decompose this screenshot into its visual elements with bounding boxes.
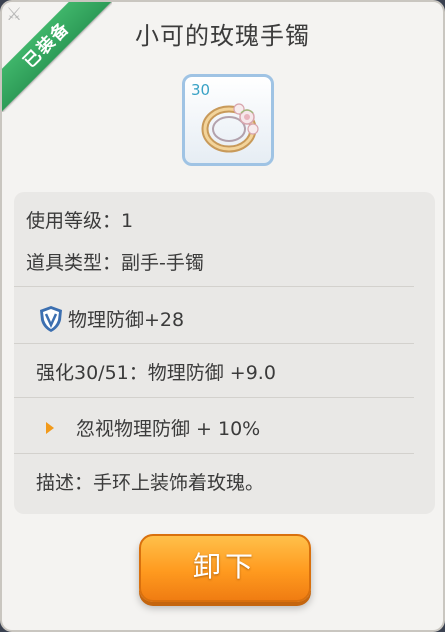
divider (14, 286, 414, 287)
divider (14, 343, 414, 344)
shield-icon (40, 306, 62, 332)
bullet-arrow-icon (46, 422, 54, 434)
divider (14, 397, 414, 398)
enhance-stat: 强化30/51：物理防御 +9.0 (36, 362, 276, 384)
header: ⚔ 已装备 小可的玫瑰手镯 (2, 2, 443, 112)
item-title: 小可的玫瑰手镯 (135, 22, 310, 50)
item-detail-panel: ⚔ 已装备 小可的玫瑰手镯 30 使用等级：1 道具类型：副手-手镯 物理防御+… (0, 0, 445, 632)
item-info-card (14, 192, 435, 514)
unequip-button[interactable]: 卸下 (139, 534, 311, 602)
item-type: 道具类型：副手-手镯 (26, 252, 204, 274)
base-stat: 物理防御+28 (68, 309, 185, 331)
rose-bracelet-icon (201, 103, 259, 153)
item-slot[interactable]: 30 (182, 74, 274, 166)
use-level: 使用等级：1 (26, 210, 134, 232)
divider (14, 453, 414, 454)
item-description: 描述：手环上装饰着玫瑰。 (36, 472, 265, 494)
special-stat: 忽视物理防御 + 10% (76, 418, 261, 440)
